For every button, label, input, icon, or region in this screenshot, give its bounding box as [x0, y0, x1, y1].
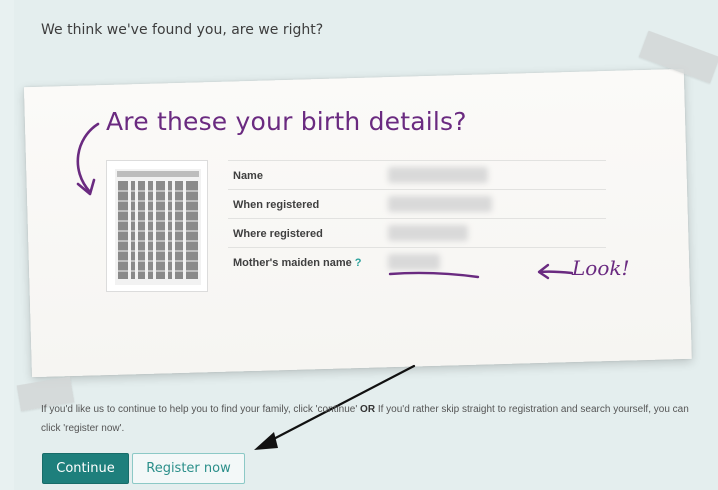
detail-row-when-registered: When registered — [228, 189, 606, 218]
blurred-value — [388, 196, 492, 212]
birth-details-table: Name When registered Where registered Mo… — [228, 160, 606, 276]
detail-row-name: Name — [228, 160, 606, 189]
detail-label: Name — [233, 170, 263, 182]
blurred-value — [388, 225, 468, 241]
birth-certificate-thumbnail[interactable] — [106, 160, 208, 292]
curved-arrow-icon — [76, 122, 100, 196]
help-text-or: OR — [360, 404, 376, 415]
continue-button[interactable]: Continue — [42, 453, 129, 484]
card-title: Are these your birth details? — [106, 107, 467, 136]
detail-label: When registered — [233, 199, 320, 211]
help-text: If you'd like us to continue to help you… — [41, 400, 706, 438]
detail-label: Mother's maiden name? — [233, 257, 362, 269]
page-heading: We think we've found you, are we right? — [41, 22, 324, 38]
look-annotation: Look! — [572, 256, 630, 280]
detail-label-text: Mother's maiden name — [233, 257, 352, 269]
detail-label: Where registered — [233, 228, 323, 240]
register-now-button[interactable]: Register now — [132, 453, 245, 484]
hand-underline-stroke — [388, 271, 480, 279]
certificate-image — [115, 169, 201, 285]
detail-row-where-registered: Where registered — [228, 218, 606, 247]
blurred-value — [388, 167, 488, 183]
left-arrow-icon — [537, 263, 574, 280]
help-question-icon[interactable]: ? — [355, 257, 362, 269]
help-text-part-1: If you'd like us to continue to help you… — [41, 404, 358, 415]
